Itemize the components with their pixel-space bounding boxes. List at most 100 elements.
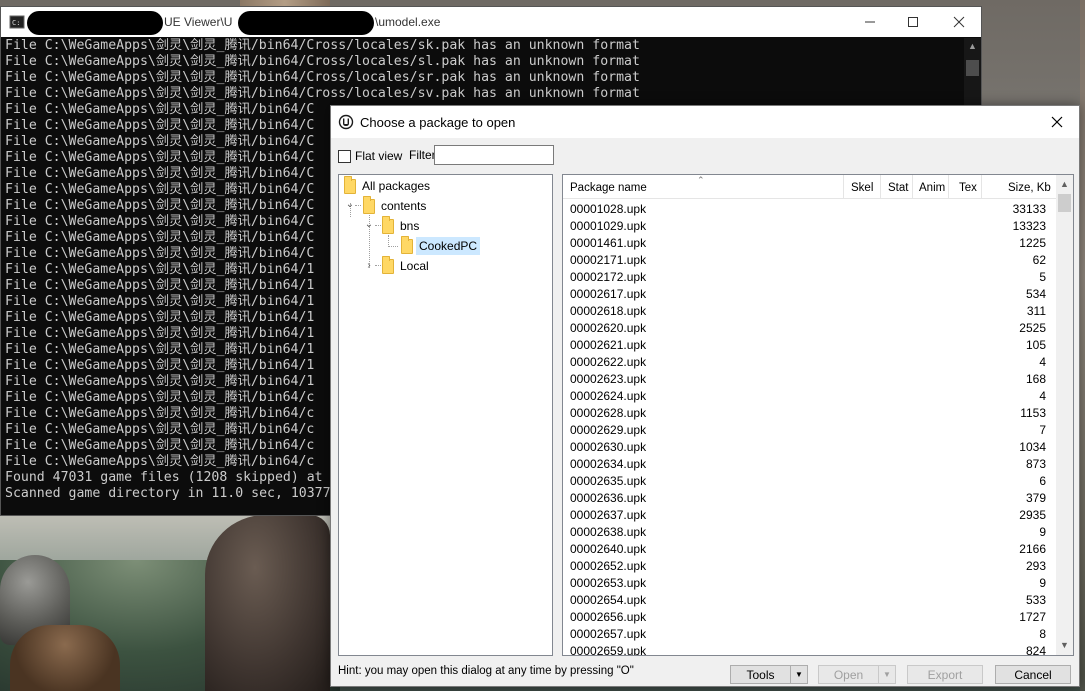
dialog-close-button[interactable] xyxy=(1035,106,1079,138)
console-line: File C:\WeGameApps\剑灵\剑灵_腾讯/bin64/Cross/… xyxy=(5,70,640,85)
column-header-name[interactable]: Package name xyxy=(570,175,647,199)
package-size: 2935 xyxy=(1019,508,1046,522)
package-name: 00001028.upk xyxy=(570,202,647,216)
list-item[interactable]: 00002637.upk 2935 xyxy=(563,506,1056,523)
tree-item-local[interactable]: Local xyxy=(382,255,429,276)
console-titlebar[interactable]: C: UE Viewer\U \umodel.exe xyxy=(1,7,981,37)
package-name: 00002171.upk xyxy=(570,253,647,267)
close-icon xyxy=(953,16,965,28)
list-item[interactable]: 00002635.upk 6 xyxy=(563,472,1056,489)
list-scroll-thumb[interactable] xyxy=(1058,194,1071,212)
dialog-titlebar[interactable]: Choose a package to open xyxy=(331,106,1079,138)
list-item[interactable]: 00002640.upk 2166 xyxy=(563,540,1056,557)
console-scroll-thumb[interactable] xyxy=(966,60,979,76)
folder-icon xyxy=(363,195,375,214)
expand-icon[interactable]: › xyxy=(364,261,374,271)
list-body[interactable]: 00001028.upk 33133 00001029.upk 13323 000014… xyxy=(563,200,1056,655)
background-figure xyxy=(205,515,330,691)
export-button[interactable]: Export xyxy=(907,665,983,684)
list-item[interactable]: 00001028.upk 33133 xyxy=(563,200,1056,217)
tree-item-cookedpc[interactable]: CookedPC xyxy=(401,235,481,256)
tree-item-label: bns xyxy=(400,219,420,233)
tree-item-bns[interactable]: bns xyxy=(382,215,420,236)
column-header-size[interactable]: Size, Kb xyxy=(1008,175,1051,199)
cancel-button-label: Cancel xyxy=(1014,667,1052,682)
package-list[interactable]: ⌃ Package name Skel Stat Anim Tex Size, … xyxy=(562,174,1074,656)
package-tree[interactable]: All packages ⌄ contents ⌄ bns CookedPC ›… xyxy=(338,174,553,656)
list-item[interactable]: 00002171.upk 62 xyxy=(563,251,1056,268)
close-button[interactable] xyxy=(936,7,982,37)
list-item[interactable]: 00002653.upk 9 xyxy=(563,574,1056,591)
package-size: 2525 xyxy=(1019,321,1046,335)
list-item[interactable]: 00002623.upk 168 xyxy=(563,370,1056,387)
list-item[interactable]: 00002652.upk 293 xyxy=(563,557,1056,574)
list-item[interactable]: 00001029.upk 13323 xyxy=(563,217,1056,234)
maximize-button[interactable] xyxy=(890,7,936,37)
package-name: 00002656.upk xyxy=(570,610,647,624)
flat-view-toggle[interactable]: Flat view xyxy=(338,148,402,164)
column-divider[interactable] xyxy=(843,175,844,199)
list-item[interactable]: 00002656.upk 1727 xyxy=(563,608,1056,625)
tree-item-label: Local xyxy=(400,259,429,273)
column-header-skel[interactable]: Skel xyxy=(851,175,873,199)
scroll-down-icon[interactable]: ▼ xyxy=(1056,637,1073,654)
package-size: 9 xyxy=(1039,576,1046,590)
scroll-up-icon[interactable]: ▲ xyxy=(1056,176,1073,193)
console-title-tail: \umodel.exe xyxy=(375,15,441,29)
collapse-icon[interactable]: ⌄ xyxy=(345,200,355,210)
cancel-button[interactable]: Cancel xyxy=(995,665,1071,684)
column-divider[interactable] xyxy=(880,175,881,199)
tree-item-all-packages[interactable]: All packages xyxy=(344,175,431,196)
list-item[interactable]: 00002617.upk 534 xyxy=(563,285,1056,302)
column-header-stat[interactable]: Stat xyxy=(888,175,908,199)
list-item[interactable]: 00002638.upk 9 xyxy=(563,523,1056,540)
list-item[interactable]: 00002657.upk 8 xyxy=(563,625,1056,642)
minimize-button[interactable] xyxy=(847,7,893,37)
list-item[interactable]: 00002654.upk 533 xyxy=(563,591,1056,608)
package-name: 00002620.upk xyxy=(570,321,647,335)
list-item[interactable]: 00002622.upk 4 xyxy=(563,353,1056,370)
list-item[interactable]: 00002620.upk 2525 xyxy=(563,319,1056,336)
package-size: 5 xyxy=(1039,270,1046,284)
column-divider[interactable] xyxy=(981,175,982,199)
column-divider[interactable] xyxy=(948,175,949,199)
package-name: 00002638.upk xyxy=(570,525,647,539)
redacted-region xyxy=(238,11,374,35)
open-button[interactable]: Open ▼ xyxy=(818,665,896,684)
list-item[interactable]: 00002636.upk 379 xyxy=(563,489,1056,506)
package-size: 379 xyxy=(1025,491,1046,505)
package-name: 00002628.upk xyxy=(570,406,647,420)
list-item[interactable]: 00002629.upk 7 xyxy=(563,421,1056,438)
dropdown-arrow-icon[interactable]: ▼ xyxy=(878,666,895,683)
package-size: 2166 xyxy=(1019,542,1046,556)
package-name: 00001461.upk xyxy=(570,236,647,250)
package-name: 00002624.upk xyxy=(570,389,647,403)
sort-ascending-icon: ⌃ xyxy=(697,175,705,185)
flat-view-checkbox[interactable] xyxy=(338,149,351,163)
list-item[interactable]: 00002628.upk 1153 xyxy=(563,404,1056,421)
package-size: 168 xyxy=(1025,372,1046,386)
list-item[interactable]: 00002659.upk 824 xyxy=(563,642,1056,655)
console-line: File C:\WeGameApps\剑灵\剑灵_腾讯/bin64/Cross/… xyxy=(5,86,640,101)
list-item[interactable]: 00002624.upk 4 xyxy=(563,387,1056,404)
tree-item-contents[interactable]: contents xyxy=(363,195,426,216)
list-item[interactable]: 00001461.upk 1225 xyxy=(563,234,1056,251)
list-scrollbar[interactable]: ▲ ▼ xyxy=(1056,175,1073,655)
filter-input[interactable] xyxy=(434,145,554,165)
collapse-icon[interactable]: ⌄ xyxy=(364,220,374,230)
column-header-anim[interactable]: Anim xyxy=(919,175,945,199)
tools-button[interactable]: Tools ▼ xyxy=(730,665,808,684)
list-item[interactable]: 00002630.upk 1034 xyxy=(563,438,1056,455)
column-header-tex[interactable]: Tex xyxy=(959,175,977,199)
package-name: 00002654.upk xyxy=(570,593,647,607)
tree-connector xyxy=(355,205,361,206)
dropdown-arrow-icon[interactable]: ▼ xyxy=(790,666,807,683)
tree-item-label: All packages xyxy=(362,179,431,193)
background-right-strip xyxy=(1080,0,1085,691)
scroll-up-icon[interactable]: ▲ xyxy=(964,38,981,55)
list-item[interactable]: 00002172.upk 5 xyxy=(563,268,1056,285)
list-item[interactable]: 00002634.upk 873 xyxy=(563,455,1056,472)
list-item[interactable]: 00002618.upk 311 xyxy=(563,302,1056,319)
list-item[interactable]: 00002621.upk 105 xyxy=(563,336,1056,353)
column-divider[interactable] xyxy=(912,175,913,199)
